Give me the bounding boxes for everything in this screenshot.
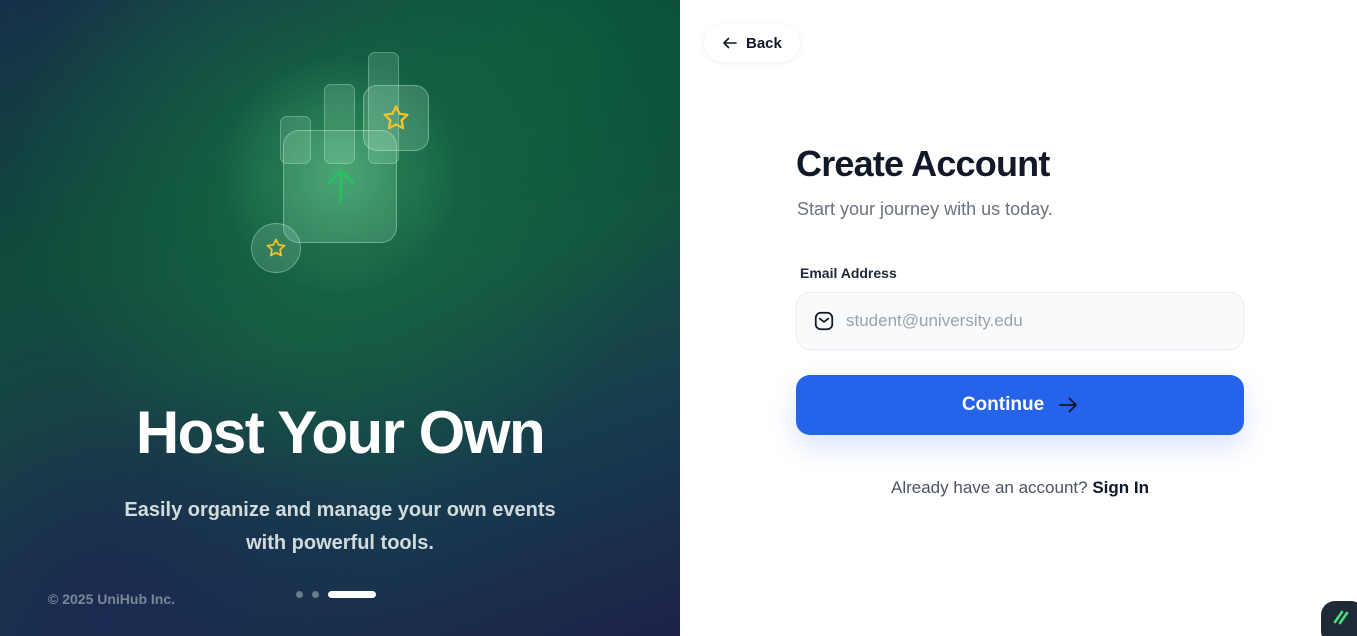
star-badge — [251, 223, 301, 273]
page-title: Create Account — [796, 143, 1050, 184]
hero-title: Host Your Own — [135, 399, 546, 466]
signin-prompt: Already have an account? — [891, 478, 1088, 497]
page-subtitle: Start your journey with us today. — [797, 199, 1053, 219]
carousel-dot[interactable] — [296, 591, 303, 598]
carousel-dot[interactable] — [312, 591, 319, 598]
carousel-indicators — [296, 591, 376, 598]
back-button[interactable]: Back — [704, 24, 800, 62]
signin-row: Already have an account? Sign In — [796, 478, 1244, 498]
hero-illustration — [0, 0, 680, 300]
arrow-left-icon — [723, 37, 737, 49]
email-label: Email Address — [800, 265, 897, 281]
hero-panel: Host Your Own Easily organize and manage… — [0, 0, 680, 636]
star-icon — [266, 238, 286, 257]
star-icon — [383, 105, 409, 130]
hero-subtitle: Easily organize and manage your own even… — [124, 499, 556, 554]
app-logo-icon — [1333, 610, 1349, 625]
continue-label: Continue — [961, 394, 1045, 415]
carousel-dot-active[interactable] — [328, 591, 376, 598]
signin-link[interactable]: Sign In — [1092, 478, 1149, 497]
arrow-up-icon — [327, 169, 355, 203]
star-card — [363, 85, 429, 151]
arrow-right-icon — [1059, 397, 1078, 413]
email-input[interactable] — [846, 311, 1216, 331]
app-logo-badge[interactable] — [1321, 601, 1357, 636]
continue-button[interactable]: Continue — [796, 375, 1244, 435]
back-label: Back — [746, 34, 782, 52]
email-field[interactable] — [796, 292, 1244, 350]
mail-icon — [814, 311, 834, 331]
copyright-text: © 2025 UniHub Inc. — [48, 591, 176, 607]
